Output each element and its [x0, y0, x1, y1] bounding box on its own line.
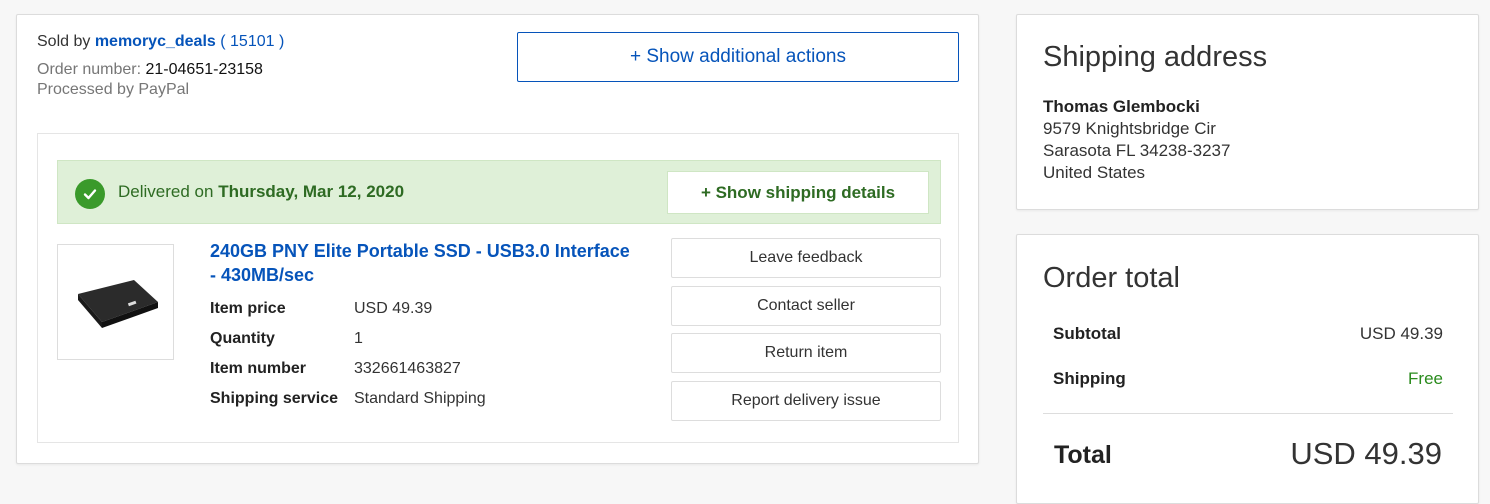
order-number-value: 21-04651-23158: [145, 61, 263, 78]
subtotal-label: Subtotal: [1053, 324, 1121, 343]
shipping-label: Shipping: [1053, 369, 1126, 388]
feedback-close: ): [278, 33, 285, 50]
order-card: Sold by memoryc_deals ( 15101 ) Order nu…: [16, 14, 979, 464]
seller-link[interactable]: memoryc_deals: [95, 33, 216, 50]
shipping-value: Free: [1408, 369, 1443, 388]
report-delivery-issue-button[interactable]: Report delivery issue: [671, 381, 941, 421]
total-label: Total: [1054, 441, 1112, 469]
address-line-1: 9579 Knightsbridge Cir: [1043, 119, 1216, 138]
address-country: United States: [1043, 163, 1146, 182]
ssd-product-image[interactable]: [57, 244, 174, 360]
sold-by-line: Sold by memoryc_deals ( 15101 ): [37, 33, 284, 51]
delivered-date: Thursday, Mar 12, 2020: [218, 182, 405, 201]
delivery-status-banner: Delivered on Thursday, Mar 12, 2020 + Sh…: [57, 160, 941, 224]
shipping-address-title: Shipping address: [1043, 41, 1268, 73]
spec-value: 1: [354, 330, 363, 347]
order-total-title: Order total: [1043, 262, 1180, 294]
order-total-card: Order total Subtotal USD 49.39 Shipping …: [1016, 234, 1479, 504]
order-number-line: Order number: 21-04651-23158: [37, 61, 263, 79]
spec-label: Item number: [210, 360, 307, 377]
order-item-panel: Delivered on Thursday, Mar 12, 2020 + Sh…: [37, 133, 959, 443]
spec-label: Quantity: [210, 330, 275, 347]
return-item-button[interactable]: Return item: [671, 333, 941, 373]
show-additional-actions-button[interactable]: + Show additional actions: [517, 32, 959, 82]
contact-seller-button[interactable]: Contact seller: [671, 286, 941, 326]
shipping-address-card: Shipping address Thomas Glembocki 9579 K…: [1016, 14, 1479, 210]
recipient-name: Thomas Glembocki: [1043, 97, 1200, 116]
feedback-open: (: [220, 33, 226, 50]
total-value: USD 49.39: [1290, 436, 1442, 471]
spec-label: Shipping service: [210, 390, 339, 407]
delivery-status-text: Delivered on Thursday, Mar 12, 2020: [118, 182, 404, 202]
spec-label: Item price: [210, 300, 286, 317]
show-shipping-details-button[interactable]: + Show shipping details: [667, 171, 929, 214]
order-number-label: Order number:: [37, 61, 142, 78]
check-circle-icon: [75, 179, 105, 209]
spec-value: 332661463827: [354, 360, 461, 377]
subtotal-value: USD 49.39: [1359, 324, 1443, 343]
address-line-2: Sarasota FL 34238-3237: [1043, 141, 1231, 160]
sold-by-label: Sold by: [37, 33, 91, 50]
delivered-prefix: Delivered on: [118, 182, 214, 201]
feedback-score-link[interactable]: 15101: [230, 33, 275, 50]
total-divider: [1043, 413, 1453, 414]
processed-by: Processed by PayPal: [37, 81, 190, 98]
spec-value: Standard Shipping: [354, 390, 486, 407]
leave-feedback-button[interactable]: Leave feedback: [671, 238, 941, 278]
item-title-link[interactable]: 240GB PNY Elite Portable SSD - USB3.0 In…: [210, 239, 630, 287]
spec-value: USD 49.39: [354, 300, 433, 317]
